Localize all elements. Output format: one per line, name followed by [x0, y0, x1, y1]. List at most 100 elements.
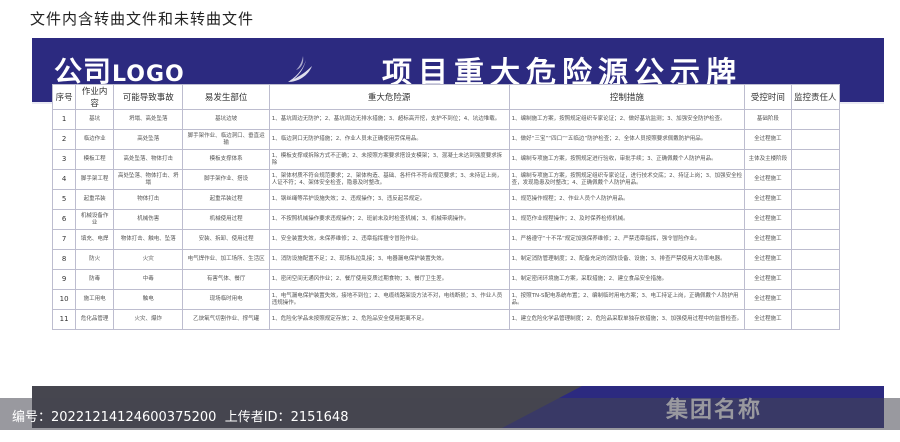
- major-hazard: 1、密闭空间无通风作业；2、餐厅使用变质过期食物；3、餐厅卫生差。: [268, 269, 510, 290]
- location: 机械使用过程: [182, 209, 270, 230]
- table-row: 4 脚手架工程 高处坠落、物体打击、坍塌 脚手架作业、搭设 1、架体材质不符合规范要求；…: [51, 169, 841, 190]
- possible-accident: 机械伤害: [113, 209, 184, 230]
- control-time: 主体及主楼阶段: [744, 149, 792, 170]
- hazard-table: 序号 作业内容 可能导致事故 易发生部位 重大危险源 控制措施 受控时间 监控责…: [51, 84, 841, 330]
- possible-accident: 火灾、爆炸: [113, 309, 184, 330]
- major-hazard: 1、模板支撑或拆除方式不正确；2、未按照方案要求搭设支模架；3、混凝土未达到强度…: [268, 149, 510, 170]
- supervisor: [790, 189, 841, 210]
- row-index: 6: [51, 209, 77, 230]
- table-row: 3 模板工程 高处坠落、物体打击 模板支撑体系 1、模板支撑或拆除方式不正确；2、未按照…: [51, 149, 841, 170]
- possible-accident: 物体打击、触电、坠落: [113, 229, 184, 250]
- location: 基坑边坡: [182, 109, 270, 130]
- table-row: 11 危化品管理 火灾、爆炸 乙炔氧气切割作业、撑气罐 1、危险化学品未按照规定存放；2…: [51, 309, 841, 330]
- major-hazard: 1、不按照机械操作要求违规操作；2、班前未及时检查机械；3、机械带病操作。: [268, 209, 510, 230]
- control-time: 全过程施工: [744, 209, 792, 230]
- uploader-label: 上传者ID：: [224, 410, 291, 425]
- control-measure: 1、规范作业规程操作；2、及时保养检修机械。: [508, 209, 746, 230]
- major-hazard: 1、电气漏电保护装置失效，接地不到位；2、电缆线路架设方法不对，电线断损；3、作…: [268, 289, 510, 310]
- row-index: 8: [51, 249, 77, 270]
- table-row: 1 基坑 坍塌、高处坠落 基坑边坡 1、基坑周边无防护；2、基坑周边无排水措施；3、超标…: [51, 109, 841, 130]
- column-header: 监控责任人: [790, 84, 841, 110]
- uploader-value: 2151648: [290, 410, 349, 425]
- supervisor: [790, 109, 841, 130]
- top-note: 文件内含转曲文件和未转曲文件: [30, 10, 255, 28]
- major-hazard: 1、安全装置失效，未保养维修；2、违章指挥擅令冒险作业。: [268, 229, 510, 250]
- table-row: 9 防毒 中毒 有害气体、餐厅 1、密闭空间无通风作业；2、餐厅使用变质过期食物；3、餐…: [51, 269, 841, 290]
- work-content: 填充、电焊: [75, 229, 115, 250]
- table-row: 5 起重吊装 物体打击 起重吊装过程 1、钢丝绳等吊护设施失效；2、违规操作；3、违反起…: [51, 189, 841, 210]
- control-time: 全过程施工: [744, 269, 792, 290]
- table-row: 8 防火 火灾 电气焊作业、加工场所、生活区 1、消防设施配置不足；2、现场私拉乱接；3…: [51, 249, 841, 270]
- work-content: 起重吊装: [75, 189, 115, 210]
- control-measure: 1、制定密闭环境施工方案，采取措施；2、建立食品安全措施。: [508, 269, 746, 290]
- table-row: 6 机械设备作业 机械伤害 机械使用过程 1、不按照机械操作要求违规操作；2、班前未及时…: [51, 209, 841, 230]
- possible-accident: 坍塌、高处坠落: [113, 109, 184, 130]
- work-content: 机械设备作业: [75, 209, 115, 230]
- location: 脚手架作业、临边洞口、垂直运输: [182, 129, 270, 150]
- row-index: 1: [51, 109, 77, 130]
- work-content: 脚手架工程: [75, 169, 115, 190]
- possible-accident: 触电: [113, 289, 184, 310]
- supervisor: [790, 309, 841, 330]
- column-header: 易发生部位: [182, 84, 270, 110]
- major-hazard: 1、基坑周边无防护；2、基坑周边无排水措施；3、超标高开挖，支护不到位；4、坑边…: [268, 109, 510, 130]
- table-header-row: 序号 作业内容 可能导致事故 易发生部位 重大危险源 控制措施 受控时间 监控责…: [51, 84, 841, 110]
- location: 有害气体、餐厅: [182, 269, 270, 290]
- row-index: 5: [51, 189, 77, 210]
- supervisor: [790, 229, 841, 250]
- location: 模板支撑体系: [182, 149, 270, 170]
- control-measure: 1、规范操作规程；2、作业人员个人防护用品。: [508, 189, 746, 210]
- work-content: 防毒: [75, 269, 115, 290]
- possible-accident: 高处坠落: [113, 129, 184, 150]
- work-content: 施工用电: [75, 289, 115, 310]
- location: 乙炔氧气切割作业、撑气罐: [182, 309, 270, 330]
- work-content: 防火: [75, 249, 115, 270]
- column-header: 作业内容: [75, 84, 115, 110]
- location: 电气焊作业、加工场所、生活区: [182, 249, 270, 270]
- control-measure: 1、编制专项施工方案，按照规定进行验收，审批手续；3、正确佩戴个人防护用品。: [508, 149, 746, 170]
- location: 脚手架作业、搭设: [182, 169, 270, 190]
- work-content: 模板工程: [75, 149, 115, 170]
- major-hazard: 1、消防设施配置不足；2、现场私拉乱接；3、电器漏电保护装置失效。: [268, 249, 510, 270]
- column-header: 可能导致事故: [113, 84, 184, 110]
- control-measure: 1、做好“三宝”“四口”“五临边”防护检查；2、全体人员按照要求佩戴防护用品。: [508, 129, 746, 150]
- control-time: 全过程施工: [744, 189, 792, 210]
- table-row: 10 施工用电 触电 现场临时用电 1、电气漏电保护装置失效，接地不到位；2、电缆线路架…: [51, 289, 841, 310]
- column-header: 受控时间: [744, 84, 792, 110]
- row-index: 9: [51, 269, 77, 290]
- major-hazard: 1、临边洞口无防护措施；2、作业人员未正确使用劳保用品。: [268, 129, 510, 150]
- control-measure: 1、编制施工方案，按照规定组织专家论证；2、做好基坑监测；3、加强安全防护检查。: [508, 109, 746, 130]
- row-index: 11: [51, 309, 77, 330]
- table-row: 7 填充、电焊 物体打击、触电、坠落 安装、拆卸、使用过程 1、安全装置失效，未保养维修…: [51, 229, 841, 250]
- possible-accident: 高处坠落、物体打击、坍塌: [113, 169, 184, 190]
- swoosh-bird-icon: [288, 56, 312, 82]
- column-header: 重大危险源: [268, 84, 510, 110]
- column-header: 控制措施: [508, 84, 746, 110]
- watermark-text: 编号：20221214124600375200 上传者ID：2151648: [12, 406, 348, 425]
- supervisor: [790, 289, 841, 310]
- row-index: 10: [51, 289, 77, 310]
- location: 起重吊装过程: [182, 189, 270, 210]
- work-content: 临边作业: [75, 129, 115, 150]
- supervisor: [790, 169, 841, 190]
- major-hazard: 1、架体材质不符合规范要求；2、架体构造、基础、各杆件不符合规范要求；3、未持证…: [268, 169, 510, 190]
- hazard-table-container: 序号 作业内容 可能导致事故 易发生部位 重大危险源 控制措施 受控时间 监控责…: [51, 84, 841, 330]
- control-measure: 1、编制专项施工方案，按照规定组织专家论证，进行技术交底；2、持证上岗；3、加强…: [508, 169, 746, 190]
- column-header: 序号: [51, 84, 77, 110]
- possible-accident: 物体打击: [113, 189, 184, 210]
- work-content: 危化品管理: [75, 309, 115, 330]
- location: 安装、拆卸、使用过程: [182, 229, 270, 250]
- row-index: 3: [51, 149, 77, 170]
- table-row: 2 临边作业 高处坠落 脚手架作业、临边洞口、垂直运输 1、临边洞口无防护措施；2、作业…: [51, 129, 841, 150]
- control-time: 全过程施工: [744, 229, 792, 250]
- possible-accident: 高处坠落、物体打击: [113, 149, 184, 170]
- table-body: 1 基坑 坍塌、高处坠落 基坑边坡 1、基坑周边无防护；2、基坑周边无排水措施；3、超标…: [51, 109, 841, 330]
- supervisor: [790, 269, 841, 290]
- possible-accident: 中毒: [113, 269, 184, 290]
- control-time: 全过程施工: [744, 309, 792, 330]
- control-time: 全过程施工: [744, 289, 792, 310]
- control-measure: 1、制定消防管理制度；2、配备充足的消防设备、设施；3、排查严禁使用大功率电器。: [508, 249, 746, 270]
- control-time: 全过程施工: [744, 169, 792, 190]
- id-label: 编号：: [12, 410, 52, 425]
- row-index: 7: [51, 229, 77, 250]
